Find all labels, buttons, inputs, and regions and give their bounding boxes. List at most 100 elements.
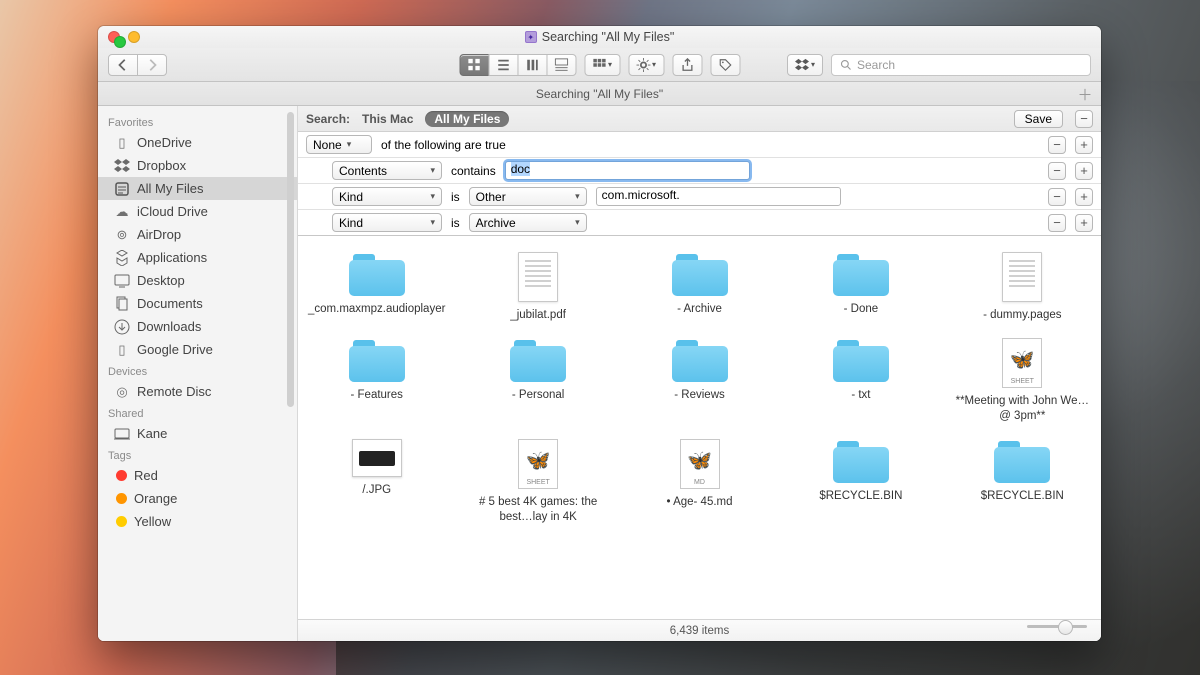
add-row-button[interactable]: + xyxy=(1075,188,1093,206)
result-label: • Age- 45.md xyxy=(666,495,732,509)
downloads-icon xyxy=(114,319,130,335)
tag-dot-icon xyxy=(116,493,127,504)
remove-row-button[interactable]: − xyxy=(1048,188,1066,206)
result-label: _com.maxmpz.audioplayer xyxy=(308,302,445,316)
result-item[interactable]: - Done xyxy=(782,246,939,328)
back-button[interactable] xyxy=(108,54,138,76)
sidebar-tag-orange[interactable]: Orange xyxy=(98,487,297,510)
icon-view-button[interactable] xyxy=(459,54,489,76)
toolbar: ▾ ▾ ▾ Search xyxy=(98,48,1101,82)
result-label: $RECYCLE.BIN xyxy=(981,489,1064,503)
forward-button[interactable] xyxy=(137,54,167,76)
share-button[interactable] xyxy=(672,54,702,76)
sheet-icon: SHEET xyxy=(518,439,558,489)
action-button[interactable]: ▾ xyxy=(628,54,664,76)
criteria-text: of the following are true xyxy=(381,138,506,152)
columns-icon xyxy=(525,58,539,72)
cloud-icon: ☁︎ xyxy=(114,204,130,220)
result-item[interactable]: - Reviews xyxy=(621,332,778,429)
tags-button[interactable] xyxy=(710,54,740,76)
search-placeholder: Search xyxy=(857,58,895,72)
sidebar-item-icloud-drive[interactable]: ☁︎iCloud Drive xyxy=(98,200,297,223)
result-item[interactable]: _jubilat.pdf xyxy=(459,246,616,328)
result-item[interactable]: - Archive xyxy=(621,246,778,328)
sidebar-item-google-drive[interactable]: ▯Google Drive xyxy=(98,338,297,361)
remove-row-button[interactable]: − xyxy=(1048,162,1066,180)
sidebar-item-airdrop[interactable]: ⊚AirDrop xyxy=(98,223,297,246)
sidebar: Favorites ▯OneDrive Dropbox All My Files… xyxy=(98,106,298,641)
sidebar-item-dropbox[interactable]: Dropbox xyxy=(98,154,297,177)
folder-icon xyxy=(672,338,728,382)
scope-this-mac[interactable]: This Mac xyxy=(362,112,413,126)
result-item[interactable]: - txt xyxy=(782,332,939,429)
dropbox-button[interactable]: ▾ xyxy=(787,54,823,76)
attr-select[interactable]: Kind▾ xyxy=(332,187,442,206)
add-row-button[interactable]: + xyxy=(1075,162,1093,180)
result-item[interactable]: - Personal xyxy=(459,332,616,429)
attr-select[interactable]: Kind▾ xyxy=(332,213,442,232)
result-label: /.JPG xyxy=(362,483,391,497)
result-item[interactable]: SHEET # 5 best 4K games: the best…lay in … xyxy=(459,433,616,530)
tab-label[interactable]: Searching "All My Files" xyxy=(536,87,663,101)
coverflow-view-button[interactable] xyxy=(546,54,576,76)
sidebar-item-remote-disc[interactable]: ◎Remote Disc xyxy=(98,380,297,403)
result-label: - dummy.pages xyxy=(983,308,1061,322)
folder-icon xyxy=(672,252,728,296)
criteria-row-1: Contents▾ contains doc − + xyxy=(298,158,1101,184)
result-label: - Archive xyxy=(677,302,722,316)
sidebar-item-downloads[interactable]: Downloads xyxy=(98,315,297,338)
folder-icon: ▯ xyxy=(114,342,130,358)
search-field[interactable]: Search xyxy=(831,54,1091,76)
attr-select[interactable]: Contents▾ xyxy=(332,161,442,180)
sidebar-item-desktop[interactable]: Desktop xyxy=(98,269,297,292)
minimize-button[interactable] xyxy=(128,31,140,43)
result-item[interactable]: SHEET**Meeting with John We…@ 3pm** xyxy=(944,332,1101,429)
scope-label: Search: xyxy=(306,112,350,126)
traffic-lights xyxy=(108,31,140,43)
add-row-button[interactable]: + xyxy=(1075,136,1093,154)
value-select[interactable]: Other▾ xyxy=(469,187,587,206)
criteria-any-select[interactable]: None▾ xyxy=(306,135,372,154)
value-select[interactable]: Archive▾ xyxy=(469,213,587,232)
result-item[interactable]: - dummy.pages xyxy=(944,246,1101,328)
sidebar-item-documents[interactable]: Documents xyxy=(98,292,297,315)
sidebar-item-kane[interactable]: Kane xyxy=(98,422,297,445)
remove-row-button[interactable]: − xyxy=(1048,136,1066,154)
result-label: _jubilat.pdf xyxy=(510,308,566,322)
dropbox-icon xyxy=(795,58,809,72)
save-search-button[interactable]: Save xyxy=(1014,110,1063,128)
result-item[interactable]: MD• Age- 45.md xyxy=(621,433,778,530)
results-area[interactable]: _com.maxmpz.audioplayer _jubilat.pdf - Arc… xyxy=(298,236,1101,619)
remove-criteria-button[interactable]: − xyxy=(1075,110,1093,128)
chevron-right-icon xyxy=(145,58,159,72)
result-label: - txt xyxy=(851,388,870,402)
folder-icon xyxy=(994,439,1050,483)
value-input[interactable]: doc xyxy=(505,161,750,180)
result-item[interactable]: - Features xyxy=(298,332,455,429)
zoom-button[interactable] xyxy=(114,36,126,48)
remove-row-button[interactable]: − xyxy=(1048,214,1066,232)
list-view-button[interactable] xyxy=(488,54,518,76)
value-input[interactable]: com.microsoft. xyxy=(596,187,841,206)
disc-icon: ◎ xyxy=(114,384,130,400)
tag-icon xyxy=(718,58,732,72)
sidebar-item-all-my-files[interactable]: All My Files xyxy=(98,177,297,200)
result-label: # 5 best 4K games: the best…lay in 4K xyxy=(469,495,606,524)
add-row-button[interactable]: + xyxy=(1075,214,1093,232)
result-item[interactable]: $RECYCLE.BIN xyxy=(782,433,939,530)
column-view-button[interactable] xyxy=(517,54,547,76)
sidebar-tag-red[interactable]: Red xyxy=(98,464,297,487)
sidebar-scrollbar[interactable] xyxy=(287,112,294,407)
scope-all-my-files[interactable]: All My Files xyxy=(425,111,509,127)
airdrop-icon: ⊚ xyxy=(114,227,130,243)
result-item[interactable]: $RECYCLE.BIN xyxy=(944,433,1101,530)
result-item[interactable]: /.JPG xyxy=(298,433,455,530)
arrange-button[interactable]: ▾ xyxy=(584,54,620,76)
icon-size-slider[interactable] xyxy=(1027,625,1087,628)
new-tab-button[interactable]: ＋ xyxy=(1075,84,1095,104)
sidebar-item-applications[interactable]: Applications xyxy=(98,246,297,269)
result-item[interactable]: _com.maxmpz.audioplayer xyxy=(298,246,455,328)
sidebar-tag-yellow[interactable]: Yellow xyxy=(98,510,297,533)
view-segment xyxy=(459,54,576,76)
sidebar-item-onedrive[interactable]: ▯OneDrive xyxy=(98,131,297,154)
